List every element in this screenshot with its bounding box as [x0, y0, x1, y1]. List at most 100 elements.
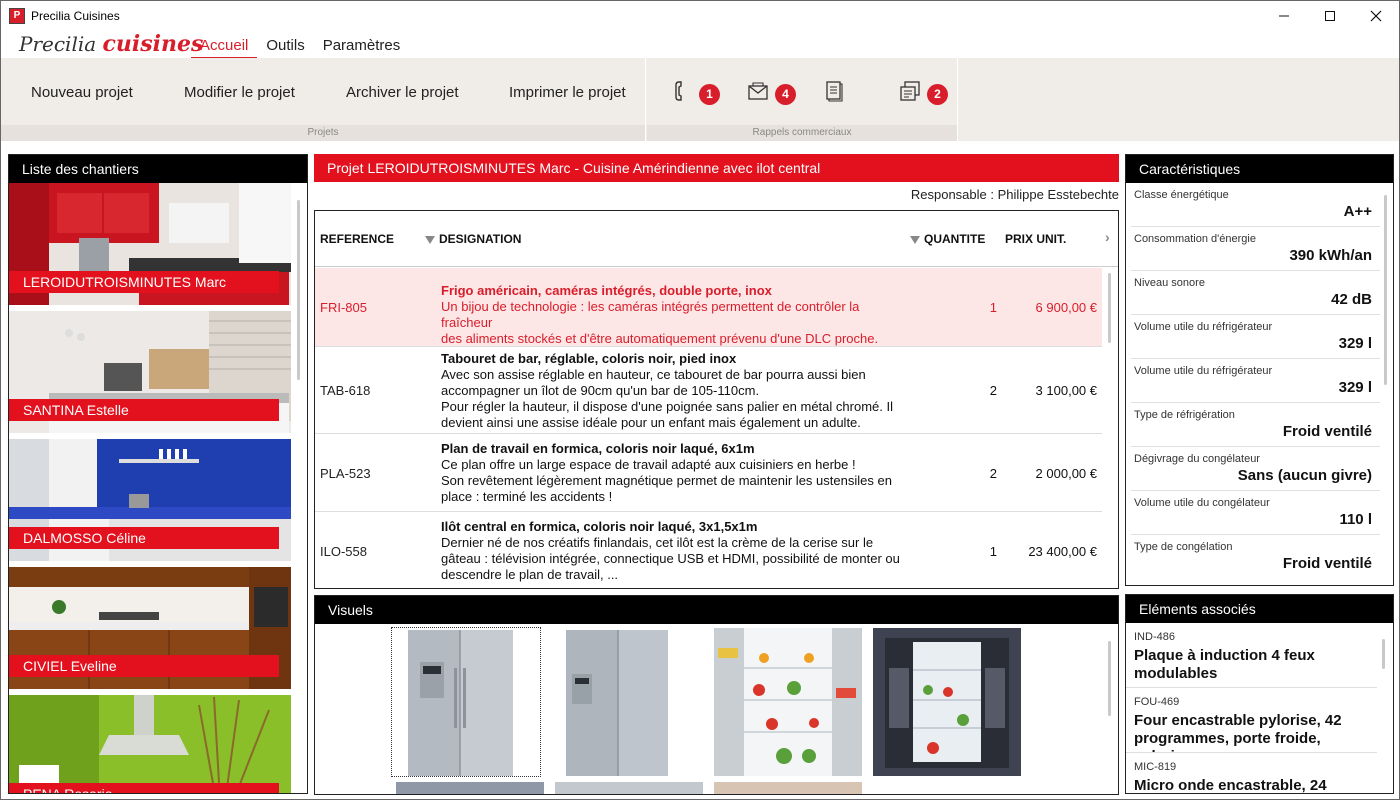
window-title: Precilia Cuisines: [31, 9, 120, 23]
carac-value: 329 l: [1338, 379, 1372, 396]
carac-label: Consommation d'énergie: [1134, 233, 1256, 245]
row-quantite: 1: [989, 544, 997, 559]
carac-value: 110 l: [1339, 511, 1372, 528]
ribbon-group-rappels: 1 4 2 Rappels commerciaux: [647, 58, 958, 141]
row-quantite: 1: [989, 300, 997, 315]
carac-value: Froid ventilé: [1282, 555, 1372, 572]
table-row[interactable]: PLA-523 Plan de travail en formica, colo…: [315, 434, 1102, 512]
table-scrollbar[interactable]: [1108, 273, 1111, 343]
ribbon-group-projets: Nouveau projet Modifier le projet Archiv…: [1, 58, 646, 141]
element-name: Plaque à induction 4 feux modulables: [1134, 647, 1315, 682]
menu-outils[interactable]: Outils: [257, 37, 313, 59]
table-row[interactable]: FRI-805 Frigo américain, caméras intégré…: [315, 268, 1102, 347]
fridge-open-dark-image: [873, 628, 1021, 776]
carac-value: Sans (aucun givre): [1237, 467, 1372, 484]
chantier-item[interactable]: SANTINA Estelle: [9, 311, 291, 433]
chantier-item[interactable]: PENA Rosario: [9, 695, 291, 793]
chevron-right-icon[interactable]: ›: [1105, 229, 1110, 245]
carac-item: Niveau sonore 42 dB: [1131, 271, 1380, 315]
minimize-icon: [1279, 15, 1289, 17]
element-code: IND-486: [1134, 631, 1175, 643]
ribbon-group-label-projets: Projets: [1, 125, 645, 141]
chantier-name: DALMOSSO Céline: [9, 527, 279, 549]
menu-accueil[interactable]: Accueil: [191, 37, 258, 59]
row-description: Avec son assise réglable en hauteur, ce …: [441, 367, 893, 430]
carac-value: 329 l: [1338, 335, 1372, 352]
phone-icon: [671, 80, 693, 108]
document-icon: [823, 80, 845, 108]
carac-item: Dégivrage du congélateur Sans (aucun givr…: [1131, 447, 1380, 491]
chantiers-list: LEROIDUTROISMINUTES Marc SANTINA Estelle: [9, 183, 291, 793]
column-quantite-header[interactable]: QUANTITE: [910, 232, 985, 246]
telephone-badge: 1: [699, 83, 720, 105]
kitchen-photo-green: [9, 695, 291, 793]
column-reference[interactable]: REFERENCE: [320, 232, 394, 246]
row-reference: TAB-618: [320, 383, 371, 398]
menu-parametres[interactable]: Paramètres: [314, 37, 410, 59]
element-code: MIC-819: [1134, 761, 1177, 773]
filter-icon[interactable]: [425, 236, 435, 244]
chantier-name: PENA Rosario: [9, 783, 279, 793]
row-title: Plan de travail en formica, coloris noir…: [441, 441, 755, 456]
carac-item: Volume utile du réfrigérateur 329 l: [1131, 359, 1380, 403]
mail-icon: [747, 81, 769, 107]
carac-value: Froid ventilé: [1282, 423, 1372, 440]
row-reference: ILO-558: [320, 544, 367, 559]
imprimer-projet-button[interactable]: Imprimer le projet: [509, 84, 626, 101]
ribbon-group-label-rappels: Rappels commerciaux: [647, 125, 957, 141]
element-associe-item[interactable]: MIC-819 Micro onde encastrable, 24: [1126, 753, 1377, 793]
column-prix[interactable]: PRIX UNIT.: [1005, 232, 1066, 246]
carac-value: 390 kWh/an: [1289, 247, 1372, 264]
visuel-thumbnail[interactable]: [555, 782, 703, 794]
chantiers-panel: Liste des chantiers LEROIDUTROISMINUTES …: [8, 154, 308, 794]
visuel-thumbnail[interactable]: [396, 782, 544, 794]
filter-icon[interactable]: [910, 236, 920, 244]
visuel-thumbnail[interactable]: [714, 782, 862, 794]
app-window: P Precilia Cuisines Precilia cuisines Ac…: [0, 0, 1400, 800]
table-row[interactable]: TAB-618 Tabouret de bar, réglable, color…: [315, 347, 1102, 434]
visuel-thumbnail[interactable]: [873, 628, 1021, 776]
rappel-document-button[interactable]: [823, 80, 845, 108]
elements-associes-scrollbar[interactable]: [1382, 639, 1385, 669]
column-designation-header[interactable]: DESIGNATION: [425, 232, 521, 246]
chantier-item[interactable]: DALMOSSO Céline: [9, 439, 291, 561]
fridge-open-image: [714, 628, 862, 776]
visuel-thumbnail[interactable]: [714, 628, 862, 776]
row-designation: Tabouret de bar, réglable, coloris noir,…: [441, 351, 909, 431]
visuel-thumbnail[interactable]: [391, 627, 541, 777]
caracteristiques-scrollbar[interactable]: [1384, 195, 1387, 385]
ribbon: Nouveau projet Modifier le projet Archiv…: [1, 58, 1399, 141]
visuels-scrollbar[interactable]: [1108, 641, 1111, 716]
archiver-projet-button[interactable]: Archiver le projet: [346, 84, 459, 101]
minimize-button[interactable]: [1261, 1, 1307, 31]
close-icon: [1370, 10, 1382, 22]
maximize-button[interactable]: [1307, 1, 1353, 31]
row-quantite: 2: [989, 383, 997, 398]
modifier-projet-button[interactable]: Modifier le projet: [184, 84, 295, 101]
rappel-formulaire-button[interactable]: 2: [899, 80, 948, 108]
fridge-front-image: [392, 628, 540, 776]
rappel-email-button[interactable]: 4: [747, 82, 796, 106]
title-bar: P Precilia Cuisines: [1, 1, 1399, 31]
articles-table: REFERENCE DESIGNATION QUANTITE PRIX UNIT…: [314, 210, 1119, 589]
chantier-item[interactable]: LEROIDUTROISMINUTES Marc: [9, 183, 291, 305]
rappel-telephone-button[interactable]: 1: [671, 80, 720, 108]
forms-icon: [899, 80, 921, 108]
table-header: REFERENCE DESIGNATION QUANTITE PRIX UNIT…: [315, 211, 1118, 267]
element-associe-item[interactable]: FOU-469 Four encastrable pylorise, 42 pr…: [1126, 688, 1377, 753]
carac-label: Volume utile du réfrigérateur: [1134, 365, 1273, 377]
close-button[interactable]: [1353, 1, 1399, 31]
chantier-item[interactable]: CIVIEL Eveline: [9, 567, 291, 689]
formulaire-badge: 2: [927, 83, 948, 105]
carac-label: Niveau sonore: [1134, 277, 1205, 289]
row-description: Un bijou de technologie : les caméras in…: [441, 299, 879, 346]
nouveau-projet-button[interactable]: Nouveau projet: [31, 84, 133, 101]
chantier-name: LEROIDUTROISMINUTES Marc: [9, 271, 279, 293]
chantiers-scrollbar[interactable]: [297, 200, 300, 380]
elements-associes-list: IND-486 Plaque à induction 4 feux modula…: [1126, 623, 1381, 793]
table-row[interactable]: ILO-558 Ilôt central en formica, coloris…: [315, 512, 1102, 588]
element-associe-item[interactable]: IND-486 Plaque à induction 4 feux modula…: [1126, 623, 1377, 688]
visuel-thumbnail[interactable]: [566, 628, 714, 776]
visuels-panel: Visuels: [314, 595, 1119, 795]
row-prix: 6 900,00 €: [1035, 300, 1097, 315]
